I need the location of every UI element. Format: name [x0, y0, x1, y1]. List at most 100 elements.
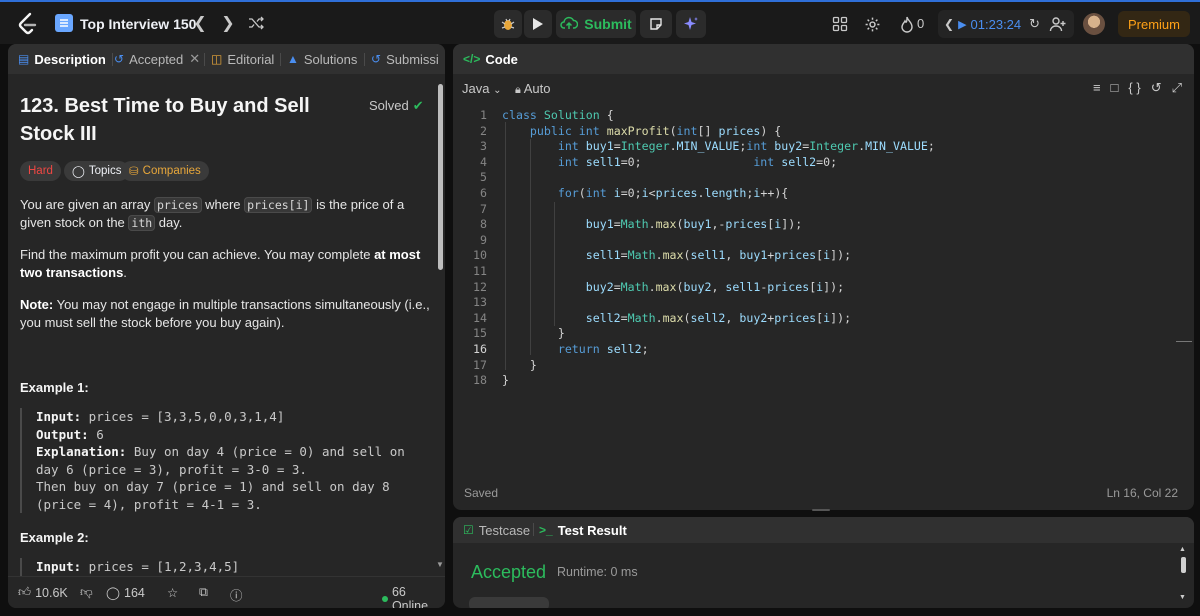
code-line[interactable]: 14 sell2=Math.max(sell2, buy2+prices[i])…: [453, 311, 1194, 327]
code-line[interactable]: 3 int buy1=Integer.MIN_VALUE;int buy2=In…: [453, 139, 1194, 155]
layout-icon[interactable]: [830, 14, 850, 34]
tab-code[interactable]: </> Code: [463, 44, 518, 74]
add-user-icon[interactable]: [1048, 14, 1068, 34]
line-number: 8: [480, 217, 487, 232]
code-line[interactable]: 6 for(int i=0;i<prices.length;i++){: [453, 186, 1194, 202]
test-panel: ☑ Testcase >_ Test Result Accepted Runti…: [453, 517, 1194, 608]
lock-icon: 🔒︎: [515, 84, 521, 96]
braces-icon[interactable]: { }: [1128, 80, 1140, 96]
scroll-up-arrow-icon[interactable]: ▲: [1179, 546, 1186, 553]
code-line[interactable]: 15 }: [453, 326, 1194, 342]
code-line[interactable]: 5: [453, 170, 1194, 186]
debug-button[interactable]: [494, 10, 522, 38]
code-text: sell2=Math.max(sell2, buy2+prices[i]);: [585, 310, 852, 325]
line-number: 13: [473, 295, 487, 310]
code-line[interactable]: 11: [453, 264, 1194, 280]
line-number: 18: [473, 373, 487, 388]
problem-statement: You are given an array prices where pric…: [20, 197, 405, 231]
example-1-title: Example 1:: [20, 380, 89, 395]
premium-button[interactable]: Premium: [1118, 11, 1190, 37]
notes-button[interactable]: [640, 10, 672, 38]
language-select[interactable]: Java ⌄: [462, 81, 501, 96]
code-line[interactable]: 17 }: [453, 358, 1194, 374]
problem-title[interactable]: 123. Best Time to Buy and Sell Stock III: [20, 92, 360, 148]
lock-icon: ⛁: [129, 166, 139, 178]
scroll-down-arrow-icon[interactable]: ▼: [436, 560, 444, 569]
chevron-left-icon[interactable]: ❮: [944, 17, 954, 31]
comments-button[interactable]: ◯ 164: [106, 585, 145, 601]
leetcode-logo-icon[interactable]: [16, 11, 40, 37]
code-line[interactable]: 4 int sell1=0; int sell2=0;: [453, 155, 1194, 171]
tab-test-result[interactable]: >_ Test Result: [539, 517, 627, 543]
code-tabs: </> Code: [453, 44, 1194, 74]
dislike-button[interactable]: 👎︎: [80, 585, 93, 600]
line-number: 11: [473, 264, 487, 278]
run-button[interactable]: [524, 10, 552, 38]
share-icon[interactable]: ⧉: [199, 585, 208, 600]
thumbs-down-icon: 👎︎: [80, 585, 93, 599]
bookmark-icon[interactable]: □: [1111, 80, 1119, 96]
code-line[interactable]: 9: [453, 233, 1194, 249]
code-line[interactable]: 1 class Solution {: [453, 108, 1194, 124]
cursor-position: Ln 16, Col 22: [1106, 486, 1178, 500]
shuffle-icon[interactable]: [246, 13, 266, 33]
auto-mode-toggle[interactable]: 🔒︎ Auto: [515, 81, 551, 97]
format-icon[interactable]: ≡: [1093, 80, 1101, 96]
panel-resize-handle[interactable]: [812, 509, 830, 511]
line-number: 10: [473, 248, 487, 263]
code-line[interactable]: 16 return sell2;: [453, 342, 1194, 358]
reset-code-icon[interactable]: ↺: [1151, 80, 1162, 96]
play-icon[interactable]: ▶: [958, 18, 966, 31]
topics-button[interactable]: ◯ Topics: [64, 161, 130, 181]
tab-editorial[interactable]: ◫ Editorial: [211, 44, 274, 74]
case-tab[interactable]: [469, 597, 549, 608]
code-text: }: [502, 326, 565, 341]
line-number: 7: [480, 201, 487, 216]
solved-status: Solved ✔: [369, 98, 424, 113]
line-number: 2: [480, 123, 487, 138]
tab-accepted[interactable]: ↺ Accepted ✕: [114, 44, 200, 74]
description-scrollbar[interactable]: [438, 84, 443, 270]
code-line[interactable]: 7: [453, 202, 1194, 218]
code-brackets-icon: </>: [463, 52, 481, 66]
code-line[interactable]: 13: [453, 295, 1194, 311]
terminal-icon: >_: [539, 523, 553, 537]
tab-testcase[interactable]: ☑ Testcase: [463, 517, 530, 543]
description-tabs: ▤ Description ↺ Accepted ✕ ◫ Editorial ▲…: [8, 44, 445, 74]
top-navbar: Top Interview 150 ❮ ❯ Submit 0 ❮ ▶ 01:23…: [0, 0, 1200, 44]
code-line[interactable]: 12 buy2=Math.max(buy2, sell1-prices[i]);: [453, 280, 1194, 296]
companies-button[interactable]: ⛁ Companies: [121, 161, 209, 181]
line-number: 4: [480, 154, 487, 169]
ai-assistant-button[interactable]: [676, 10, 706, 38]
tab-solutions[interactable]: ▲ Solutions: [287, 44, 357, 74]
scroll-down-arrow-icon[interactable]: ▼: [1179, 594, 1186, 601]
tab-description[interactable]: ▤ Description: [18, 44, 106, 74]
user-avatar[interactable]: [1083, 13, 1105, 35]
streak-fire-icon[interactable]: [898, 14, 916, 34]
next-problem-icon[interactable]: ❯: [220, 13, 236, 33]
line-number: 14: [473, 310, 487, 325]
tab-submissions[interactable]: ↺ Submissi: [371, 44, 443, 74]
line-number: 1: [480, 108, 487, 122]
code-line[interactable]: 18}: [453, 373, 1194, 389]
prev-problem-icon[interactable]: ❮: [192, 13, 208, 33]
result-scrollbar[interactable]: [1181, 557, 1186, 573]
favorite-star-icon[interactable]: ☆: [167, 585, 178, 600]
close-tab-icon[interactable]: ✕: [189, 51, 200, 67]
cloud-upload-icon: [560, 16, 579, 33]
problem-list-title[interactable]: Top Interview 150: [80, 16, 196, 32]
code-line[interactable]: 8 buy1=Math.max(buy1,-prices[i]);: [453, 217, 1194, 233]
problem-list-icon[interactable]: [55, 14, 73, 32]
submit-button[interactable]: Submit: [556, 10, 636, 38]
expand-icon[interactable]: ⤢: [1172, 80, 1182, 96]
settings-gear-icon[interactable]: [862, 14, 882, 34]
like-button[interactable]: 👍︎ 10.6K: [18, 585, 68, 600]
code-line[interactable]: 2 public int maxProfit(int[] prices) {: [453, 124, 1194, 140]
code-text: int sell1=0; int sell2=0;: [557, 154, 838, 169]
note-icon: [650, 18, 662, 30]
code-text: buy2=Math.max(buy2, sell1-prices[i]);: [585, 279, 845, 294]
help-icon[interactable]: ⓘ: [230, 585, 243, 604]
example-2-title: Example 2:: [20, 530, 89, 545]
reset-icon[interactable]: ↻: [1029, 16, 1040, 32]
code-line[interactable]: 10 sell1=Math.max(sell1, buy1+prices[i])…: [453, 248, 1194, 264]
